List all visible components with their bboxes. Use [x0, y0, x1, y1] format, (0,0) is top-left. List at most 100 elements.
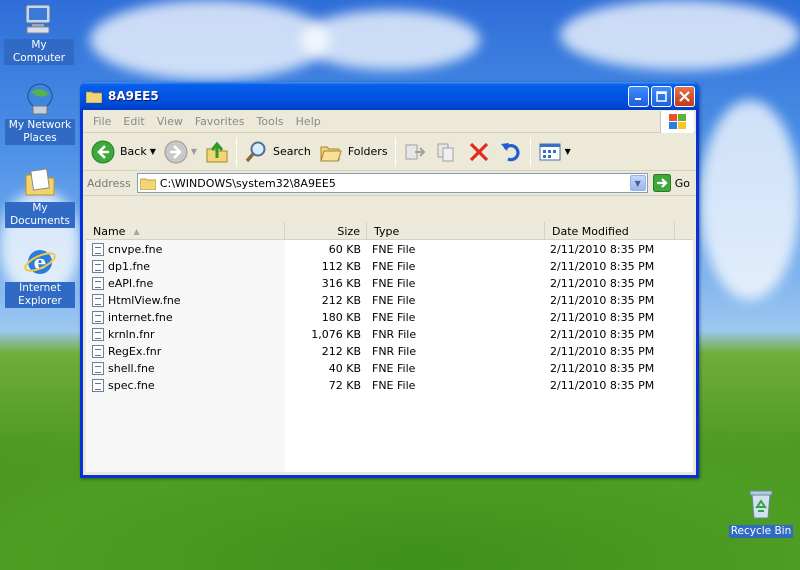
file-modified: 2/11/2010 8:35 PM [550, 294, 655, 307]
chevron-down-icon[interactable]: ▼ [191, 147, 197, 156]
table-row[interactable]: RegEx.fnr 212 KB FNR File 2/11/2010 8:35… [86, 343, 693, 360]
table-row[interactable]: internet.fne 180 KB FNE File 2/11/2010 8… [86, 309, 693, 326]
menu-view[interactable]: View [151, 115, 189, 128]
views-icon [539, 143, 561, 160]
file-type: FNE File [372, 260, 416, 273]
file-name: internet.fne [108, 311, 173, 324]
table-row[interactable]: shell.fne 40 KB FNE File 2/11/2010 8:35 … [86, 360, 693, 377]
cloud [700, 100, 800, 300]
file-type: FNE File [372, 379, 416, 392]
go-button[interactable]: Go [652, 174, 690, 192]
table-row[interactable]: eAPI.fne 316 KB FNE File 2/11/2010 8:35 … [86, 275, 693, 292]
file-size: 112 KB [321, 260, 361, 273]
sort-ascending-icon: ▲ [133, 226, 140, 236]
file-size: 212 KB [321, 345, 361, 358]
folder-icon [139, 178, 156, 190]
file-size: 180 KB [321, 311, 361, 324]
forward-arrow-icon [164, 140, 188, 163]
column-header-name[interactable]: Name ▲ [86, 222, 285, 240]
column-header-date-modified[interactable]: Date Modified [545, 222, 675, 240]
column-header-type[interactable]: Type [367, 222, 545, 240]
column-header-filler [675, 222, 693, 240]
desktop-icon-label: Recycle Bin [728, 525, 794, 538]
folders-icon [320, 146, 342, 161]
standard-toolbar: Back ▼ ▼ Search Folders ▼ [83, 133, 696, 171]
file-name: cnvpe.fne [108, 243, 163, 256]
desktop-icon-my-network-places[interactable]: My Network Places [5, 82, 75, 145]
toolbar-separator [236, 137, 238, 166]
folders-label: Folders [347, 145, 388, 158]
move-to-button[interactable] [399, 136, 431, 168]
up-folder-button[interactable] [201, 136, 233, 168]
file-name: RegEx.fnr [108, 345, 162, 358]
file-type: FNR File [372, 345, 417, 358]
undo-button[interactable] [495, 136, 527, 168]
search-button[interactable]: Search [240, 136, 315, 168]
menu-favorites[interactable]: Favorites [189, 115, 251, 128]
file-list-view[interactable]: Name ▲ Size Type Date Modified cnvpe.fne [86, 222, 693, 472]
file-modified: 2/11/2010 8:35 PM [550, 243, 655, 256]
address-bar: Address C:\WINDOWS\system32\8A9EE5 ▼ Go [83, 171, 696, 196]
file-type: FNE File [372, 311, 416, 324]
file-icon [92, 243, 104, 256]
cloud [560, 0, 800, 70]
table-row[interactable]: cnvpe.fne 60 KB FNE File 2/11/2010 8:35 … [86, 241, 693, 258]
windows-logo-icon [660, 111, 694, 133]
title-bar[interactable]: 8A9EE5 [80, 82, 699, 110]
file-size: 60 KB [328, 243, 361, 256]
address-input[interactable]: C:\WINDOWS\system32\8A9EE5 ▼ [136, 173, 648, 193]
search-label: Search [273, 145, 311, 158]
desktop-icon-recycle-bin[interactable]: Recycle Bin [726, 487, 796, 538]
file-icon [92, 311, 104, 324]
explorer-window[interactable]: 8A9EE5 File Edit View Favorites Tools He… [80, 82, 699, 478]
delete-button[interactable] [463, 136, 495, 168]
desktop-icon-label: Internet Explorer [5, 282, 75, 308]
table-row[interactable]: spec.fne 72 KB FNE File 2/11/2010 8:35 P… [86, 377, 693, 394]
copy-to-button[interactable] [431, 136, 463, 168]
file-icon [92, 277, 104, 290]
file-name: shell.fne [108, 362, 155, 375]
file-type: FNE File [372, 243, 416, 256]
views-button[interactable]: ▼ [534, 136, 575, 168]
back-button[interactable]: Back ▼ [87, 136, 160, 168]
go-label: Go [674, 176, 690, 190]
chevron-down-icon[interactable]: ▼ [565, 147, 571, 156]
folders-button[interactable]: Folders [315, 136, 392, 168]
address-label: Address [87, 176, 131, 190]
desktop-icon-my-documents[interactable]: My Documents [5, 165, 75, 228]
file-type: FNE File [372, 362, 416, 375]
chevron-down-icon[interactable]: ▼ [150, 147, 156, 156]
up-folder-icon [206, 141, 228, 162]
file-icon [92, 379, 104, 392]
cloud [300, 10, 480, 70]
chevron-down-icon[interactable]: ▼ [629, 175, 646, 191]
desktop-icon-my-computer[interactable]: My Computer [4, 2, 74, 65]
menu-help[interactable]: Help [290, 115, 327, 128]
go-arrow-icon [652, 174, 671, 192]
menu-file[interactable]: File [87, 115, 117, 128]
file-modified: 2/11/2010 8:35 PM [550, 345, 655, 358]
file-size: 316 KB [321, 277, 361, 290]
table-row[interactable]: HtmlView.fne 212 KB FNE File 2/11/2010 8… [86, 292, 693, 309]
table-row[interactable]: dp1.fne 112 KB FNE File 2/11/2010 8:35 P… [86, 258, 693, 275]
table-row[interactable]: krnln.fnr 1,076 KB FNR File 2/11/2010 8:… [86, 326, 693, 343]
menu-edit[interactable]: Edit [117, 115, 150, 128]
file-modified: 2/11/2010 8:35 PM [550, 362, 655, 375]
minimize-button[interactable] [628, 85, 649, 107]
forward-button[interactable]: ▼ [160, 136, 201, 168]
back-label: Back [120, 145, 147, 158]
close-button[interactable] [674, 85, 695, 107]
desktop-icon-label: My Documents [5, 202, 75, 228]
column-header-label: Date Modified [552, 224, 629, 238]
maximize-button[interactable] [651, 85, 672, 107]
file-type: FNR File [372, 328, 417, 341]
file-name: krnln.fnr [108, 328, 155, 341]
file-name: eAPI.fne [108, 277, 154, 290]
menu-tools[interactable]: Tools [251, 115, 290, 128]
column-header-size[interactable]: Size [285, 222, 367, 240]
desktop-icon-internet-explorer[interactable]: e Internet Explorer [5, 245, 75, 308]
file-name: HtmlView.fne [108, 294, 181, 307]
column-header-label: Size [337, 224, 360, 238]
search-icon [245, 141, 266, 162]
internet-explorer-icon: e [23, 245, 57, 279]
